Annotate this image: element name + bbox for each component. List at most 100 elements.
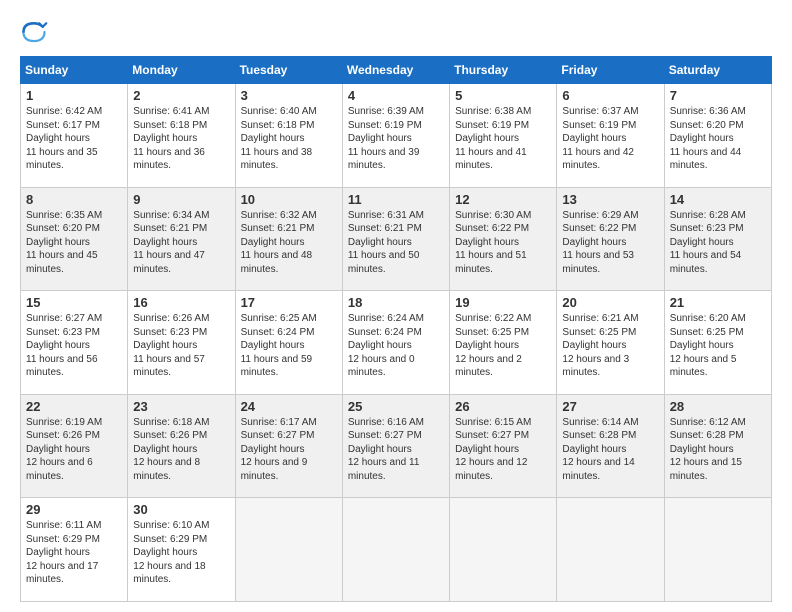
calendar-cell: 16 Sunrise: 6:26 AMSunset: 6:23 PMDayligh… (128, 291, 235, 395)
calendar-cell: 17Sunrise: 6:25 AMSunset: 6:24 PMDayligh… (235, 291, 342, 395)
day-info: Sunrise: 6:29 AMSunset: 6:22 PMDaylight … (562, 209, 658, 277)
day-number: 19 (455, 295, 551, 310)
calendar-cell: 20 Sunrise: 6:21 AMSunset: 6:25 PMDayligh… (557, 291, 664, 395)
day-number: 29 (26, 502, 122, 517)
day-number: 28 (670, 399, 766, 414)
calendar-cell: 9 Sunrise: 6:34 AMSunset: 6:21 PMDaylight… (128, 187, 235, 291)
day-number: 16 (133, 295, 229, 310)
day-info: Sunrise: 6:28 AMSunset: 6:23 PMDaylight … (670, 209, 766, 277)
day-info: Sunrise: 6:16 AMSunset: 6:27 PMDaylight … (348, 416, 444, 484)
calendar-week-row: 8 Sunrise: 6:35 AMSunset: 6:20 PMDaylight… (21, 187, 772, 291)
day-info: Sunrise: 6:27 AMSunset: 6:23 PMDaylight … (26, 312, 122, 380)
day-number: 21 (670, 295, 766, 310)
day-info: Sunrise: 6:37 AMSunset: 6:19 PMDaylight … (562, 105, 658, 173)
day-info: Sunrise: 6:15 AMSunset: 6:27 PMDaylight … (455, 416, 551, 484)
calendar-cell: 15 Sunrise: 6:27 AMSunset: 6:23 PMDayligh… (21, 291, 128, 395)
day-number: 14 (670, 192, 766, 207)
calendar-page: SundayMondayTuesdayWednesdayThursdayFrid… (0, 0, 792, 612)
day-number: 7 (670, 88, 766, 103)
calendar-cell: 3 Sunrise: 6:40 AMSunset: 6:18 PMDaylight… (235, 84, 342, 188)
day-info: Sunrise: 6:32 AMSunset: 6:21 PMDaylight … (241, 209, 337, 277)
day-info: Sunrise: 6:39 AMSunset: 6:19 PMDaylight … (348, 105, 444, 173)
calendar-cell: 24Sunrise: 6:17 AMSunset: 6:27 PMDayligh… (235, 394, 342, 498)
day-number: 20 (562, 295, 658, 310)
day-number: 4 (348, 88, 444, 103)
day-number: 23 (133, 399, 229, 414)
day-info: Sunrise: 6:35 AMSunset: 6:20 PMDaylight … (26, 209, 122, 277)
calendar-cell: 22 Sunrise: 6:19 AMSunset: 6:26 PMDayligh… (21, 394, 128, 498)
day-info: Sunrise: 6:30 AMSunset: 6:22 PMDaylight … (455, 209, 551, 277)
day-number: 9 (133, 192, 229, 207)
calendar-cell: 10 Sunrise: 6:32 AMSunset: 6:21 PMDayligh… (235, 187, 342, 291)
calendar-cell: 25 Sunrise: 6:16 AMSunset: 6:27 PMDayligh… (342, 394, 449, 498)
calendar-cell: 11Sunrise: 6:31 AMSunset: 6:21 PMDayligh… (342, 187, 449, 291)
day-info: Sunrise: 6:34 AMSunset: 6:21 PMDaylight … (133, 209, 229, 277)
day-number: 22 (26, 399, 122, 414)
calendar-cell (557, 498, 664, 602)
day-info: Sunrise: 6:40 AMSunset: 6:18 PMDaylight … (241, 105, 337, 173)
calendar-week-row: 22 Sunrise: 6:19 AMSunset: 6:26 PMDayligh… (21, 394, 772, 498)
calendar-cell: 7Sunrise: 6:36 AMSunset: 6:20 PMDaylight… (664, 84, 771, 188)
col-header-friday: Friday (557, 57, 664, 84)
calendar-cell: 1 Sunrise: 6:42 AMSunset: 6:17 PMDaylight… (21, 84, 128, 188)
calendar-cell: 13 Sunrise: 6:29 AMSunset: 6:22 PMDayligh… (557, 187, 664, 291)
calendar-week-row: 29Sunrise: 6:11 AMSunset: 6:29 PMDayligh… (21, 498, 772, 602)
col-header-monday: Monday (128, 57, 235, 84)
calendar-cell: 2 Sunrise: 6:41 AMSunset: 6:18 PMDaylight… (128, 84, 235, 188)
calendar-cell (450, 498, 557, 602)
day-number: 26 (455, 399, 551, 414)
day-info: Sunrise: 6:31 AMSunset: 6:21 PMDaylight … (348, 209, 444, 277)
day-info: Sunrise: 6:21 AMSunset: 6:25 PMDaylight … (562, 312, 658, 380)
day-number: 3 (241, 88, 337, 103)
calendar-cell: 5Sunrise: 6:38 AMSunset: 6:19 PMDaylight… (450, 84, 557, 188)
calendar-cell: 23Sunrise: 6:18 AMSunset: 6:26 PMDayligh… (128, 394, 235, 498)
calendar-cell: 30 Sunrise: 6:10 AMSunset: 6:29 PMDayligh… (128, 498, 235, 602)
day-number: 13 (562, 192, 658, 207)
col-header-thursday: Thursday (450, 57, 557, 84)
calendar-table: SundayMondayTuesdayWednesdayThursdayFrid… (20, 56, 772, 602)
page-header (20, 18, 772, 46)
day-number: 10 (241, 192, 337, 207)
calendar-cell: 4 Sunrise: 6:39 AMSunset: 6:19 PMDaylight… (342, 84, 449, 188)
day-number: 2 (133, 88, 229, 103)
day-info: Sunrise: 6:19 AMSunset: 6:26 PMDaylight … (26, 416, 122, 484)
day-info: Sunrise: 6:14 AMSunset: 6:28 PMDaylight … (562, 416, 658, 484)
day-number: 25 (348, 399, 444, 414)
col-header-wednesday: Wednesday (342, 57, 449, 84)
day-number: 1 (26, 88, 122, 103)
day-info: Sunrise: 6:24 AMSunset: 6:24 PMDaylight … (348, 312, 444, 380)
day-info: Sunrise: 6:42 AMSunset: 6:17 PMDaylight … (26, 105, 122, 173)
day-number: 6 (562, 88, 658, 103)
calendar-cell: 6 Sunrise: 6:37 AMSunset: 6:19 PMDaylight… (557, 84, 664, 188)
day-info: Sunrise: 6:41 AMSunset: 6:18 PMDaylight … (133, 105, 229, 173)
calendar-cell (235, 498, 342, 602)
day-number: 12 (455, 192, 551, 207)
calendar-cell: 29Sunrise: 6:11 AMSunset: 6:29 PMDayligh… (21, 498, 128, 602)
day-number: 15 (26, 295, 122, 310)
calendar-cell: 27 Sunrise: 6:14 AMSunset: 6:28 PMDayligh… (557, 394, 664, 498)
day-number: 18 (348, 295, 444, 310)
calendar-header-row: SundayMondayTuesdayWednesdayThursdayFrid… (21, 57, 772, 84)
day-info: Sunrise: 6:26 AMSunset: 6:23 PMDaylight … (133, 312, 229, 380)
calendar-cell: 21Sunrise: 6:20 AMSunset: 6:25 PMDayligh… (664, 291, 771, 395)
day-info: Sunrise: 6:10 AMSunset: 6:29 PMDaylight … (133, 519, 229, 587)
calendar-cell: 12 Sunrise: 6:30 AMSunset: 6:22 PMDayligh… (450, 187, 557, 291)
day-number: 27 (562, 399, 658, 414)
logo (20, 18, 52, 46)
day-number: 5 (455, 88, 551, 103)
calendar-cell: 18 Sunrise: 6:24 AMSunset: 6:24 PMDayligh… (342, 291, 449, 395)
calendar-cell: 14 Sunrise: 6:28 AMSunset: 6:23 PMDayligh… (664, 187, 771, 291)
day-info: Sunrise: 6:12 AMSunset: 6:28 PMDaylight … (670, 416, 766, 484)
calendar-cell (664, 498, 771, 602)
calendar-cell: 8 Sunrise: 6:35 AMSunset: 6:20 PMDaylight… (21, 187, 128, 291)
day-number: 24 (241, 399, 337, 414)
calendar-cell: 28 Sunrise: 6:12 AMSunset: 6:28 PMDayligh… (664, 394, 771, 498)
day-number: 30 (133, 502, 229, 517)
calendar-body: 1 Sunrise: 6:42 AMSunset: 6:17 PMDaylight… (21, 84, 772, 602)
calendar-cell: 19 Sunrise: 6:22 AMSunset: 6:25 PMDayligh… (450, 291, 557, 395)
day-number: 8 (26, 192, 122, 207)
calendar-week-row: 15 Sunrise: 6:27 AMSunset: 6:23 PMDayligh… (21, 291, 772, 395)
calendar-week-row: 1 Sunrise: 6:42 AMSunset: 6:17 PMDaylight… (21, 84, 772, 188)
col-header-tuesday: Tuesday (235, 57, 342, 84)
day-info: Sunrise: 6:22 AMSunset: 6:25 PMDaylight … (455, 312, 551, 380)
